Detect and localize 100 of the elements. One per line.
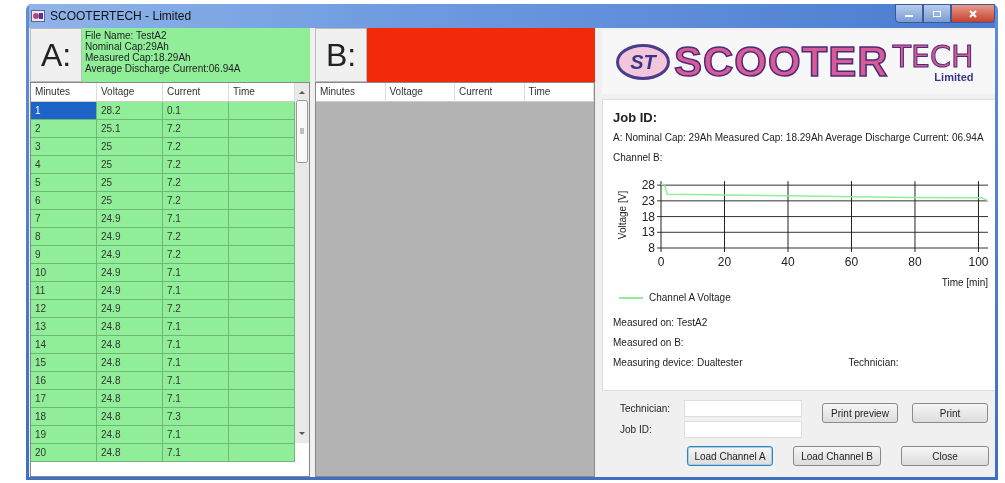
minimize-button[interactable]	[895, 4, 923, 23]
status-text: File Name: TestA2	[85, 30, 168, 41]
table-cell: 0.1	[163, 102, 229, 120]
column-header[interactable]: Voltage	[385, 83, 455, 102]
column-header[interactable]: Voltage	[97, 83, 163, 102]
logo-subtitle: Limited	[934, 71, 974, 83]
table-cell	[229, 282, 295, 300]
channel-label: A:	[30, 28, 82, 82]
print-preview-button[interactable]: Print preview	[822, 403, 898, 423]
table-cell	[229, 246, 295, 264]
table-cell[interactable]: 15	[31, 354, 97, 372]
table-cell[interactable]: 3	[31, 138, 97, 156]
table-cell[interactable]: 10	[31, 264, 97, 282]
input-field[interactable]	[684, 400, 802, 417]
axis-label: 100	[968, 255, 989, 269]
table-cell: 25	[97, 156, 163, 174]
status-text: Measured Cap:18.29Ah	[85, 52, 191, 63]
column-header[interactable]: Current	[163, 83, 229, 102]
table-cell: 7.1	[163, 426, 229, 444]
table-cell: 7.2	[163, 174, 229, 192]
column-header[interactable]: Minutes	[31, 83, 97, 102]
table-cell[interactable]: 13	[31, 318, 97, 336]
table-cell: 24.8	[97, 444, 163, 462]
load-button[interactable]: Load Channel A	[687, 446, 773, 466]
table-cell[interactable]: 2	[31, 120, 97, 138]
channel-label: Channel B:	[613, 152, 664, 163]
logo-text: TECH	[892, 41, 974, 72]
table-cell: 7.2	[163, 246, 229, 264]
axis-label: 20	[717, 255, 732, 269]
close-button[interactable]: Close	[901, 446, 989, 466]
table-cell: 7.2	[163, 120, 229, 138]
table-cell	[229, 426, 295, 444]
table-cell: 7.1	[163, 390, 229, 408]
axis-label: 13	[641, 225, 655, 240]
table-cell	[229, 408, 295, 426]
field-label: Job ID:	[620, 424, 653, 435]
table-cell[interactable]: 4	[31, 156, 97, 174]
table-cell: 24.9	[97, 264, 163, 282]
table-cell[interactable]: 8	[31, 228, 97, 246]
status-text: Average Discharge Current:06.94A	[85, 63, 242, 74]
table-cell[interactable]: 12	[31, 300, 97, 318]
column-header[interactable]: Current	[455, 83, 525, 102]
table-cell: 24.9	[97, 228, 163, 246]
column-header[interactable]: Time	[524, 83, 594, 102]
axis-label: 18	[641, 209, 655, 224]
table-cell[interactable]: 5	[31, 174, 97, 192]
measured-text: Measured on: TestA2	[613, 317, 709, 328]
window-title: SCOOTERTECH - Limited	[50, 9, 192, 23]
table-cell: 24.8	[97, 372, 163, 390]
table-cell: 24.9	[97, 282, 163, 300]
logo-text: SCOOTER	[674, 38, 889, 86]
table-cell: 25	[97, 192, 163, 210]
table-cell[interactable]: 11	[31, 282, 97, 300]
column-header[interactable]: Minutes	[316, 83, 386, 102]
table-cell	[229, 444, 295, 462]
axis-label: 60	[844, 255, 859, 269]
axis-label: 0	[657, 255, 665, 269]
channel-label: B:	[315, 28, 367, 82]
table-cell[interactable]: 1	[31, 102, 97, 120]
table-cell: 24.8	[97, 426, 163, 444]
table-cell[interactable]: 9	[31, 246, 97, 264]
table-cell	[229, 372, 295, 390]
table-cell	[229, 174, 295, 192]
table-cell: 25	[97, 174, 163, 192]
table-cell: 7.2	[163, 138, 229, 156]
table-cell: 24.8	[97, 354, 163, 372]
table-cell[interactable]: 16	[31, 372, 97, 390]
maximize-button[interactable]	[923, 4, 951, 23]
technician-text: Technician:	[848, 357, 899, 368]
table-cell: 7.2	[163, 192, 229, 210]
input-field[interactable]	[684, 421, 802, 438]
table-cell: 24.9	[97, 210, 163, 228]
table-cell: 7.1	[163, 282, 229, 300]
table-cell	[229, 120, 295, 138]
table-cell	[229, 300, 295, 318]
table-cell: 24.8	[97, 390, 163, 408]
axis-label: 28	[641, 178, 655, 193]
table-cell[interactable]: 14	[31, 336, 97, 354]
table-cell	[229, 336, 295, 354]
close-button[interactable]	[951, 4, 995, 23]
table-cell: 25	[97, 138, 163, 156]
table-cell[interactable]: 18	[31, 408, 97, 426]
table-cell[interactable]: 6	[31, 192, 97, 210]
table-cell[interactable]: 19	[31, 426, 97, 444]
status-text: Nominal Cap:29Ah	[85, 41, 170, 52]
table-cell	[229, 156, 295, 174]
table-cell: 24.8	[97, 408, 163, 426]
print-button[interactable]: Print	[912, 403, 988, 423]
table-cell[interactable]: 20	[31, 444, 97, 462]
column-header[interactable]: Time	[229, 83, 295, 102]
axis-label: 80	[908, 255, 922, 269]
load-button[interactable]: Load Channel B	[793, 446, 881, 466]
table-cell	[229, 354, 295, 372]
logo-emblem: ST	[616, 44, 670, 80]
table-cell: 24.8	[97, 336, 163, 354]
table-cell: 7.3	[163, 408, 229, 426]
table-cell[interactable]: 17	[31, 390, 97, 408]
job-id-heading: Job ID:	[613, 110, 659, 125]
table-cell[interactable]: 7	[31, 210, 97, 228]
table-cell: 24.9	[97, 300, 163, 318]
